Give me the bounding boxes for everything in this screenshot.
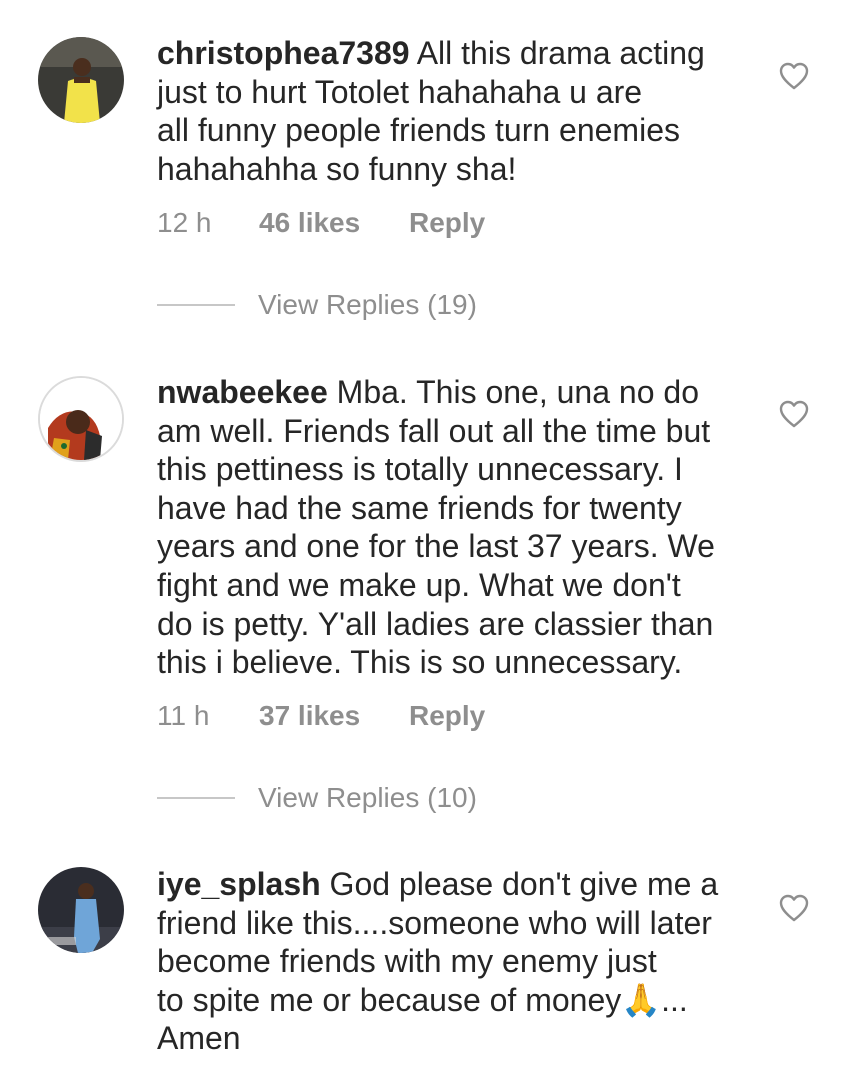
- comment-username[interactable]: nwabeekee: [157, 374, 328, 410]
- avatar-image: [38, 867, 124, 953]
- comment-username[interactable]: iye_splash: [157, 866, 321, 902]
- avatar-image: [40, 378, 122, 460]
- comment-line: iye_splash God please don't give me a: [157, 866, 719, 902]
- comment-meta: 11 h 37 likes Reply: [157, 696, 485, 736]
- avatar[interactable]: [38, 37, 124, 123]
- comment-text: nwabeekee Mba. This one, una no do am we…: [157, 373, 747, 682]
- comment-line: all funny people friends turn enemies: [157, 112, 680, 149]
- comment-line: fight and we make up. What we don't: [157, 566, 681, 603]
- comment-line: this i believe. This is so unnecessary.: [157, 644, 683, 681]
- comment-text: iye_splash God please don't give me a fr…: [157, 865, 747, 1058]
- comment-line: have had the same friends for twenty: [157, 489, 682, 526]
- comment-line: friend like this....someone who will lat…: [157, 904, 712, 941]
- view-replies-button[interactable]: View Replies (10): [157, 778, 477, 818]
- comment-line: hahahahha so funny sha!: [157, 150, 517, 187]
- heart-icon[interactable]: [779, 400, 809, 428]
- comment-line: do is petty. Y'all ladies are classier t…: [157, 605, 714, 642]
- avatar[interactable]: [38, 376, 124, 462]
- comment-line: to spite me or because of money🙏...: [157, 981, 688, 1018]
- comment-meta: 12 h 46 likes Reply: [157, 203, 485, 243]
- heart-icon[interactable]: [779, 62, 809, 90]
- comment-line: Amen: [157, 1020, 241, 1057]
- reply-button[interactable]: Reply: [409, 207, 485, 239]
- view-replies-label: View Replies (10): [258, 782, 477, 813]
- comment-username[interactable]: christophea7389: [157, 35, 410, 71]
- divider-line: [157, 797, 235, 799]
- comment-line: am well. Friends fall out all the time b…: [157, 412, 711, 449]
- comment-time: 11 h: [157, 700, 210, 731]
- comment-line: become friends with my enemy just: [157, 943, 657, 980]
- view-replies-button[interactable]: View Replies (19): [157, 285, 477, 325]
- comment-line: this pettiness is totally unnecessary. I: [157, 451, 683, 488]
- comment-line: years and one for the last 37 years. We: [157, 528, 715, 565]
- avatar[interactable]: [38, 867, 124, 953]
- comment-line: christophea7389 All this drama acting: [157, 35, 705, 71]
- comment-line: just to hurt Totolet hahahaha u are: [157, 73, 643, 110]
- heart-icon[interactable]: [779, 894, 809, 922]
- avatar-image: [38, 37, 124, 123]
- comment-time: 12 h: [157, 207, 212, 238]
- divider-line: [157, 304, 235, 306]
- likes-count-button[interactable]: 37 likes: [259, 700, 409, 732]
- comment-line: nwabeekee Mba. This one, una no do: [157, 374, 699, 410]
- reply-button[interactable]: Reply: [409, 700, 485, 732]
- likes-count-button[interactable]: 46 likes: [259, 207, 409, 239]
- view-replies-label: View Replies (19): [258, 289, 477, 320]
- comment-text: christophea7389 All this drama acting ju…: [157, 34, 747, 188]
